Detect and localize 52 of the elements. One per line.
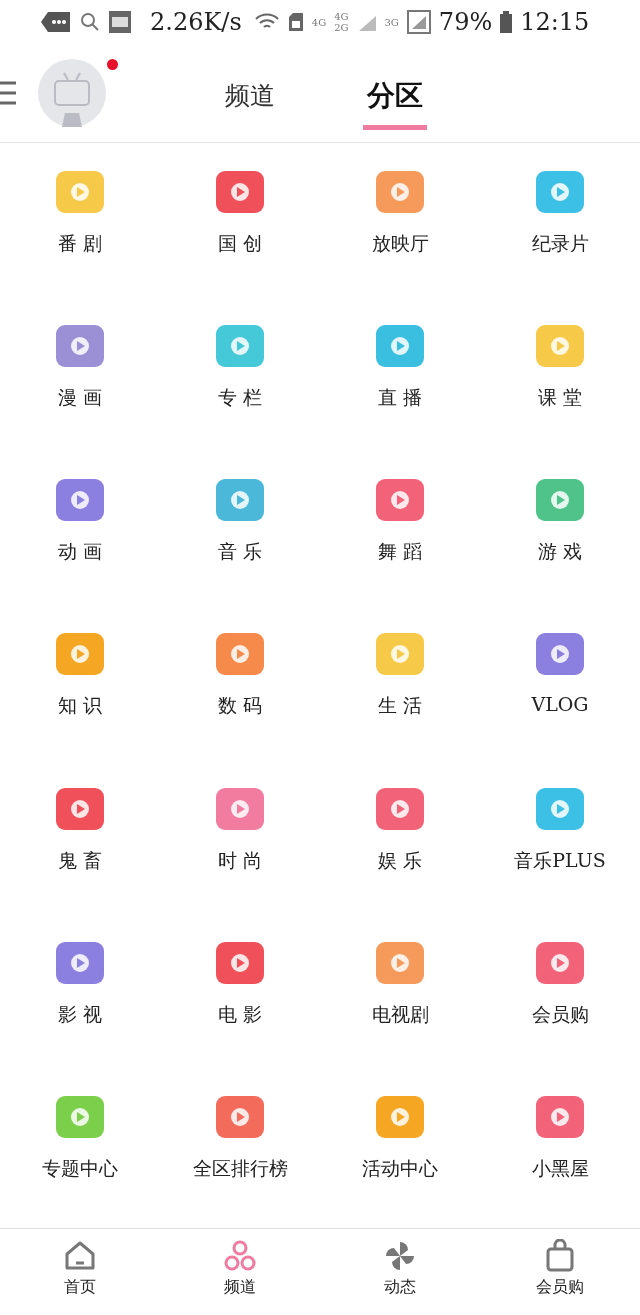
network-speed: 2.26K/s [150,8,242,36]
category-link[interactable]: 音 乐 [217,539,262,566]
category-link[interactable]: 专题中心 [42,1155,118,1182]
nav-item[interactable]: 动态 [320,1229,480,1315]
category-link[interactable]: 影 视 [57,1001,102,1028]
category-link[interactable]: 知 识 [57,693,102,720]
category-link[interactable]: VLOG [531,693,589,716]
category-link[interactable]: 活动中心 [362,1155,438,1182]
avatar[interactable] [38,59,106,127]
nav-item[interactable]: 会员购 [480,1229,640,1315]
category-link[interactable]: 音乐PLUS [514,847,606,874]
category-link[interactable]: 鬼 畜 [57,847,102,874]
category-link[interactable]: 漫 画 [57,385,102,412]
network-type: 3G [384,16,399,28]
category-link[interactable]: 全区排行榜 [192,1155,288,1182]
category-link[interactable]: 时 尚 [217,847,262,874]
category-link[interactable]: 电 影 [217,1001,262,1028]
category-link[interactable]: 数 码 [217,693,262,720]
battery-icon [500,11,513,33]
home-icon [63,1239,97,1273]
category-link[interactable]: 纪录片 [531,231,589,257]
tab[interactable]: 分区 [363,66,427,130]
category-link[interactable]: 直 播 [377,385,422,412]
category-link[interactable]: 国 创 [217,231,262,257]
menu-icon[interactable] [0,79,16,107]
category-link[interactable]: 舞 蹈 [377,539,422,566]
category-link[interactable]: 电视剧 [371,1001,429,1028]
network-type: 2G [334,22,349,33]
search-icon [80,12,100,32]
category-link[interactable]: 番 剧 [57,231,102,257]
category-link[interactable]: 会员购 [531,1001,589,1028]
category-link[interactable]: 生 活 [377,693,422,720]
category-link[interactable]: 放映厅 [371,231,429,257]
category-link[interactable]: 动 画 [57,539,102,566]
category-link[interactable]: 娱 乐 [377,847,422,874]
network-type: 4G [311,16,327,28]
category-link[interactable]: 小黑屋 [531,1155,589,1182]
tab[interactable]: 频道 [221,66,279,130]
news-app-icon [108,10,132,34]
circles-icon [223,1239,257,1273]
pinwheel-icon [383,1239,417,1273]
category-link[interactable]: 课 堂 [537,385,582,412]
network-type: 4G [334,11,349,22]
category-link[interactable]: 专 栏 [217,385,262,412]
clock: 12:15 [520,8,590,36]
battery-level: 79% [438,8,493,36]
category-link[interactable]: 游 戏 [537,539,582,566]
nav-item[interactable]: 首页 [0,1229,160,1315]
sim-card-icon [287,12,304,32]
nav-item[interactable]: 频道 [160,1229,320,1315]
signal-icon [406,10,431,34]
message-icon [40,11,72,33]
